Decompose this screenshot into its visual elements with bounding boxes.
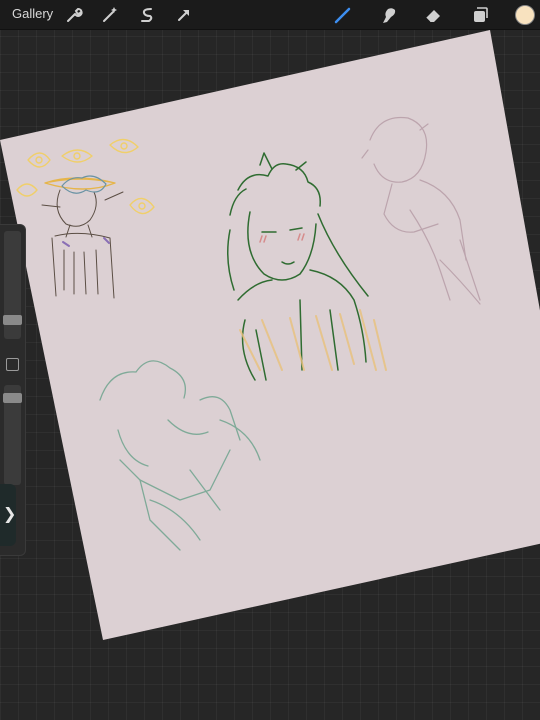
wrench-icon[interactable] xyxy=(63,4,85,26)
eraser-icon[interactable] xyxy=(422,4,444,26)
drawing-canvas[interactable] xyxy=(0,0,540,720)
selection-icon[interactable] xyxy=(136,4,158,26)
smudge-icon[interactable] xyxy=(377,4,399,26)
opacity-thumb[interactable] xyxy=(3,393,22,403)
paper xyxy=(0,30,540,640)
magic-wand-icon[interactable] xyxy=(99,4,121,26)
transform-arrow-icon[interactable] xyxy=(173,4,195,26)
color-picker-button[interactable] xyxy=(515,5,535,25)
opacity-slider[interactable] xyxy=(3,385,22,485)
chevron-right-icon: ❯ xyxy=(3,504,17,523)
canvas-artwork xyxy=(0,30,540,640)
modify-button[interactable] xyxy=(6,358,19,371)
layers-icon[interactable] xyxy=(468,4,490,26)
gallery-button[interactable]: Gallery xyxy=(12,6,53,21)
brush-size-slider[interactable] xyxy=(3,231,22,339)
brush-size-thumb[interactable] xyxy=(3,315,22,325)
sidebar-expand-tab[interactable]: ❯ xyxy=(0,484,16,546)
brush-icon[interactable] xyxy=(332,4,354,26)
top-toolbar: Gallery xyxy=(0,0,540,30)
